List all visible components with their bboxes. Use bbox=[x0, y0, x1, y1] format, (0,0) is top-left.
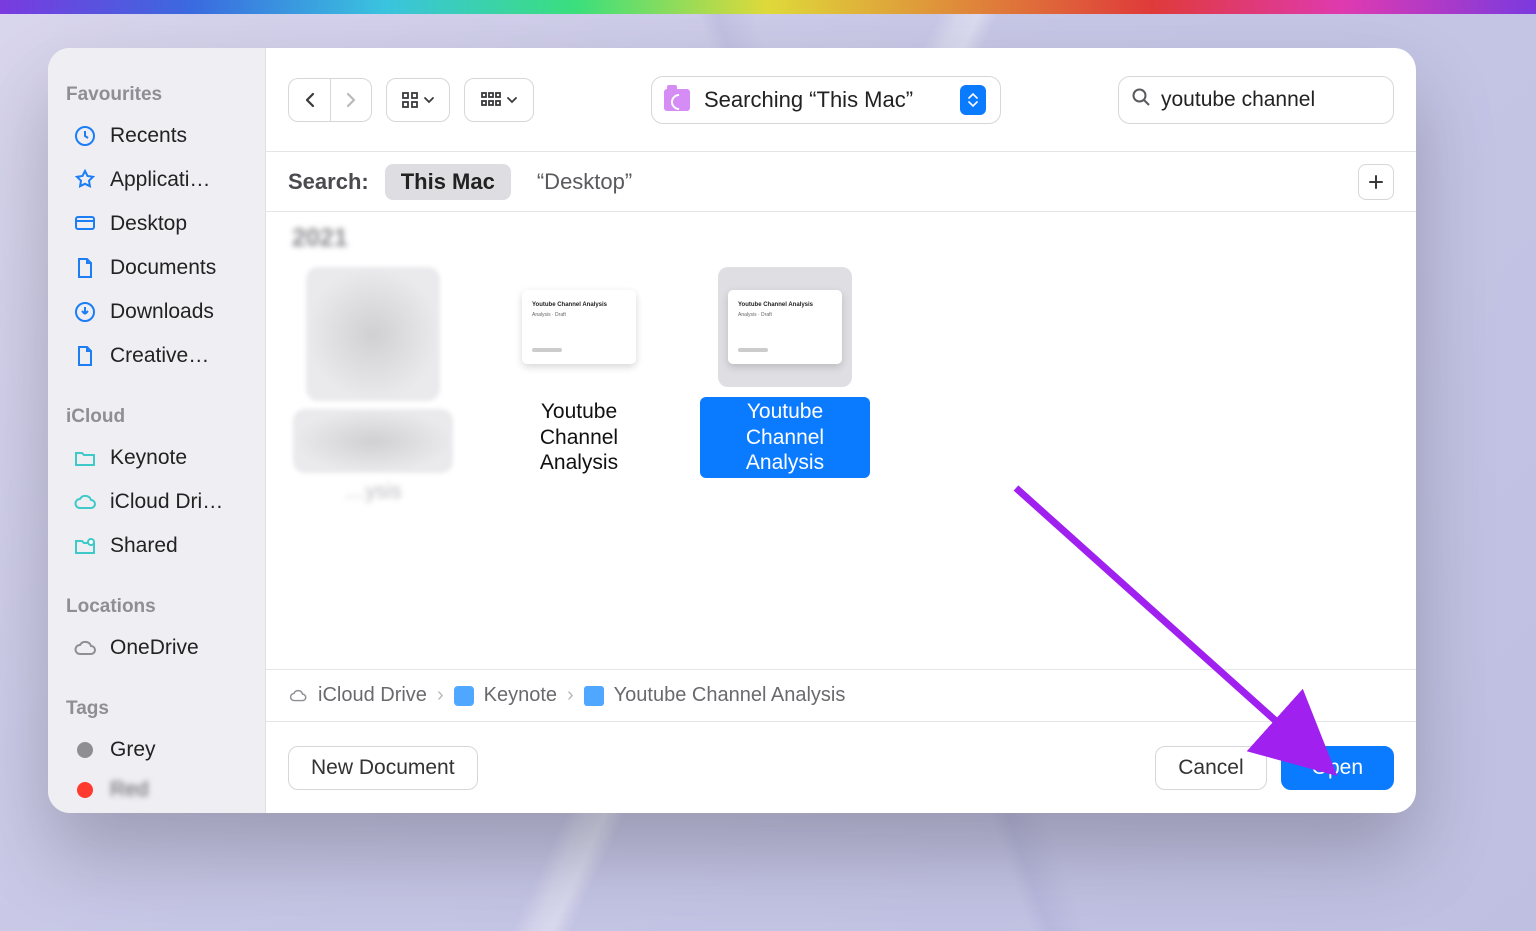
sidebar: Favourites Recents Applicati… Desktop Do… bbox=[48, 48, 266, 813]
sidebar-item-desktop[interactable]: Desktop bbox=[66, 202, 255, 246]
sidebar-item-label: Desktop bbox=[110, 212, 187, 236]
new-document-button[interactable]: New Document bbox=[288, 746, 478, 790]
search-scope-label: Search: bbox=[288, 169, 369, 195]
tag-dot-icon bbox=[72, 737, 98, 763]
sidebar-item-creative[interactable]: Creative… bbox=[66, 334, 255, 378]
sidebar-tag-red[interactable]: Red bbox=[66, 768, 255, 812]
crumb-label[interactable]: iCloud Drive bbox=[318, 684, 427, 707]
sidebar-item-documents[interactable]: Documents bbox=[66, 246, 255, 290]
dialog-footer: New Document Cancel Open bbox=[266, 721, 1416, 813]
chevron-down-icon bbox=[506, 94, 518, 106]
crumb-label[interactable]: Youtube Channel Analysis bbox=[614, 684, 846, 707]
search-scope-row: Search: This Mac “Desktop” bbox=[266, 152, 1416, 212]
search-input[interactable] bbox=[1161, 88, 1416, 112]
sidebar-item-label: Recents bbox=[110, 124, 187, 148]
sidebar-section-icloud: iCloud bbox=[66, 406, 255, 428]
shared-folder-icon bbox=[72, 533, 98, 559]
desktop-icon bbox=[72, 211, 98, 237]
location-text: Searching “This Mac” bbox=[704, 87, 913, 113]
sidebar-item-label: OneDrive bbox=[110, 636, 199, 660]
sidebar-item-keynote[interactable]: Keynote bbox=[66, 436, 255, 480]
file-name: Youtube Channel Analysis bbox=[700, 397, 870, 478]
sidebar-item-label: Applicati… bbox=[110, 168, 210, 192]
file-item[interactable]: …ysis bbox=[288, 267, 458, 507]
sidebar-tag-grey[interactable]: Grey bbox=[66, 728, 255, 772]
chevron-down-icon bbox=[423, 94, 435, 106]
download-icon bbox=[72, 299, 98, 325]
view-icons-button[interactable] bbox=[386, 78, 450, 122]
location-stepper-icon bbox=[960, 85, 986, 115]
sidebar-item-label: Grey bbox=[110, 738, 156, 762]
file-thumbnail: Youtube Channel AnalysisAnalysis · Draft bbox=[728, 290, 842, 364]
sidebar-item-icloud-drive[interactable]: iCloud Dri… bbox=[66, 480, 255, 524]
sidebar-section-locations: Locations bbox=[66, 596, 255, 618]
file-open-dialog: Favourites Recents Applicati… Desktop Do… bbox=[48, 48, 1416, 813]
app-icon bbox=[72, 167, 98, 193]
toolbar: Searching “This Mac” bbox=[266, 48, 1416, 152]
keynote-app-icon bbox=[454, 686, 474, 706]
file-name: Youtube Channel Analysis bbox=[494, 397, 664, 478]
scope-desktop[interactable]: “Desktop” bbox=[521, 164, 648, 200]
scope-this-mac[interactable]: This Mac bbox=[385, 164, 511, 200]
cloud-icon bbox=[72, 635, 98, 661]
doc-icon bbox=[72, 343, 98, 369]
sidebar-item-onedrive[interactable]: OneDrive bbox=[66, 626, 255, 670]
sidebar-item-label: Shared bbox=[110, 534, 178, 558]
sidebar-item-label: Documents bbox=[110, 256, 216, 280]
crumb-label[interactable]: Keynote bbox=[484, 684, 557, 707]
open-button[interactable]: Open bbox=[1281, 746, 1394, 790]
sidebar-item-applications[interactable]: Applicati… bbox=[66, 158, 255, 202]
chevron-right-icon: › bbox=[437, 684, 444, 707]
sidebar-item-recents[interactable]: Recents bbox=[66, 114, 255, 158]
main-panel: Searching “This Mac” Search: This Mac “D… bbox=[266, 48, 1416, 813]
tag-dot-icon bbox=[72, 777, 98, 803]
location-popup[interactable]: Searching “This Mac” bbox=[651, 76, 1001, 124]
file-thumbnail bbox=[306, 267, 440, 401]
cloud-icon bbox=[288, 686, 308, 706]
cloud-icon bbox=[72, 489, 98, 515]
path-bar: iCloud Drive › Keynote › Youtube Channel… bbox=[266, 669, 1416, 721]
clock-icon bbox=[72, 123, 98, 149]
keynote-doc-icon bbox=[584, 686, 604, 706]
nav-buttons bbox=[288, 78, 372, 122]
sidebar-section-tags: Tags bbox=[66, 698, 255, 720]
file-grid[interactable]: 2021 …ysis Youtube Channel AnalysisAnaly… bbox=[266, 212, 1416, 669]
sidebar-item-label: iCloud Dri… bbox=[110, 490, 223, 514]
sidebar-item-label: Red bbox=[110, 778, 149, 802]
smart-folder-icon bbox=[664, 89, 690, 111]
group-year: 2021 bbox=[292, 224, 1394, 253]
file-thumbnail: Youtube Channel AnalysisAnalysis · Draft bbox=[522, 290, 636, 364]
file-item-selected[interactable]: Youtube Channel AnalysisAnalysis · Draft… bbox=[700, 267, 870, 478]
back-button[interactable] bbox=[288, 78, 330, 122]
file-name: …ysis bbox=[336, 477, 409, 507]
file-item[interactable]: Youtube Channel AnalysisAnalysis · Draft… bbox=[494, 267, 664, 478]
folder-icon bbox=[72, 445, 98, 471]
chevron-right-icon: › bbox=[567, 684, 574, 707]
doc-icon bbox=[72, 255, 98, 281]
sidebar-item-label: Creative… bbox=[110, 344, 209, 368]
view-group-button[interactable] bbox=[464, 78, 534, 122]
sidebar-item-label: Downloads bbox=[110, 300, 214, 324]
sidebar-item-shared[interactable]: Shared bbox=[66, 524, 255, 568]
search-icon bbox=[1131, 87, 1151, 112]
sidebar-item-label: Keynote bbox=[110, 446, 187, 470]
cancel-button[interactable]: Cancel bbox=[1155, 746, 1266, 790]
sidebar-section-favourites: Favourites bbox=[66, 84, 255, 106]
forward-button[interactable] bbox=[330, 78, 372, 122]
add-filter-button[interactable] bbox=[1358, 164, 1394, 200]
file-thumbnail bbox=[293, 409, 453, 473]
search-field[interactable] bbox=[1118, 76, 1394, 124]
sidebar-item-downloads[interactable]: Downloads bbox=[66, 290, 255, 334]
